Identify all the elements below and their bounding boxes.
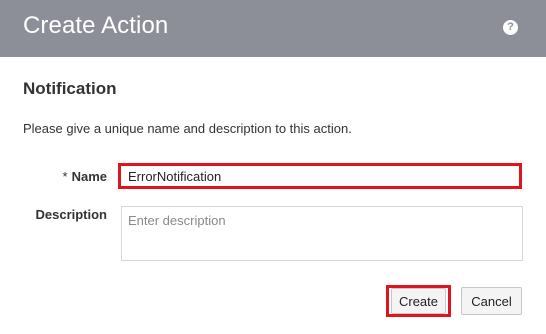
dialog-header: Create Action ? (0, 0, 546, 57)
create-button-highlight: Create (386, 285, 451, 317)
section-title: Notification (23, 79, 117, 98)
name-input[interactable] (118, 163, 522, 189)
create-action-dialog: Create Action ? Notification Please give… (0, 0, 546, 334)
name-label: Name (71, 169, 107, 184)
dialog-title: Create Action (23, 12, 169, 39)
instructions-text: Please give a unique name and descriptio… (23, 121, 352, 136)
description-label: Description (35, 207, 107, 222)
description-input[interactable] (121, 206, 523, 261)
required-marker: * (62, 169, 68, 184)
cancel-button[interactable]: Cancel (461, 287, 522, 315)
name-label-row: * Name (57, 169, 107, 184)
create-button[interactable]: Create (391, 288, 446, 314)
help-icon[interactable]: ? (503, 20, 518, 35)
